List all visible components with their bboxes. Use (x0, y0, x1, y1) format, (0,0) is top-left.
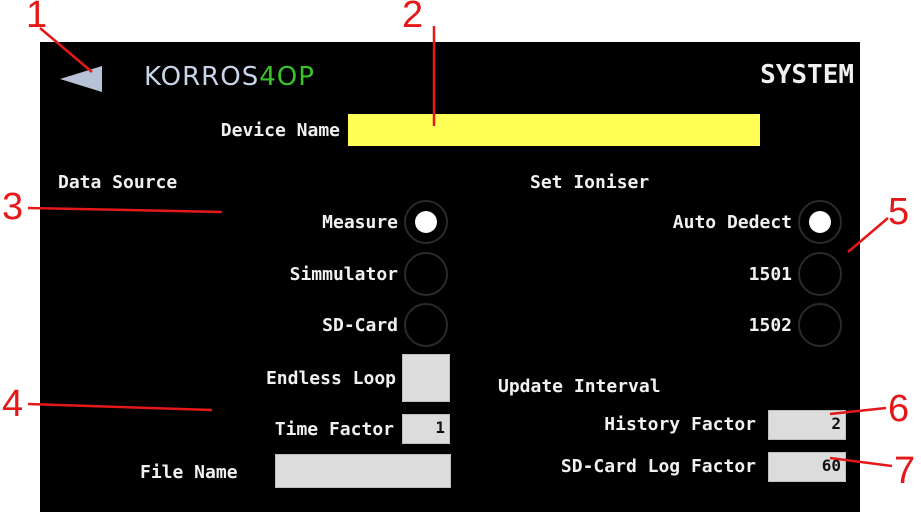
callout-lines (27, 26, 893, 468)
callout-7: 7 (894, 450, 916, 492)
callout-2: 2 (402, 0, 424, 36)
callout-3: 3 (2, 186, 24, 228)
callout-1: 1 (26, 0, 48, 36)
callout-6: 6 (888, 388, 910, 430)
callout-5: 5 (888, 191, 910, 233)
callout-4: 4 (2, 383, 24, 425)
